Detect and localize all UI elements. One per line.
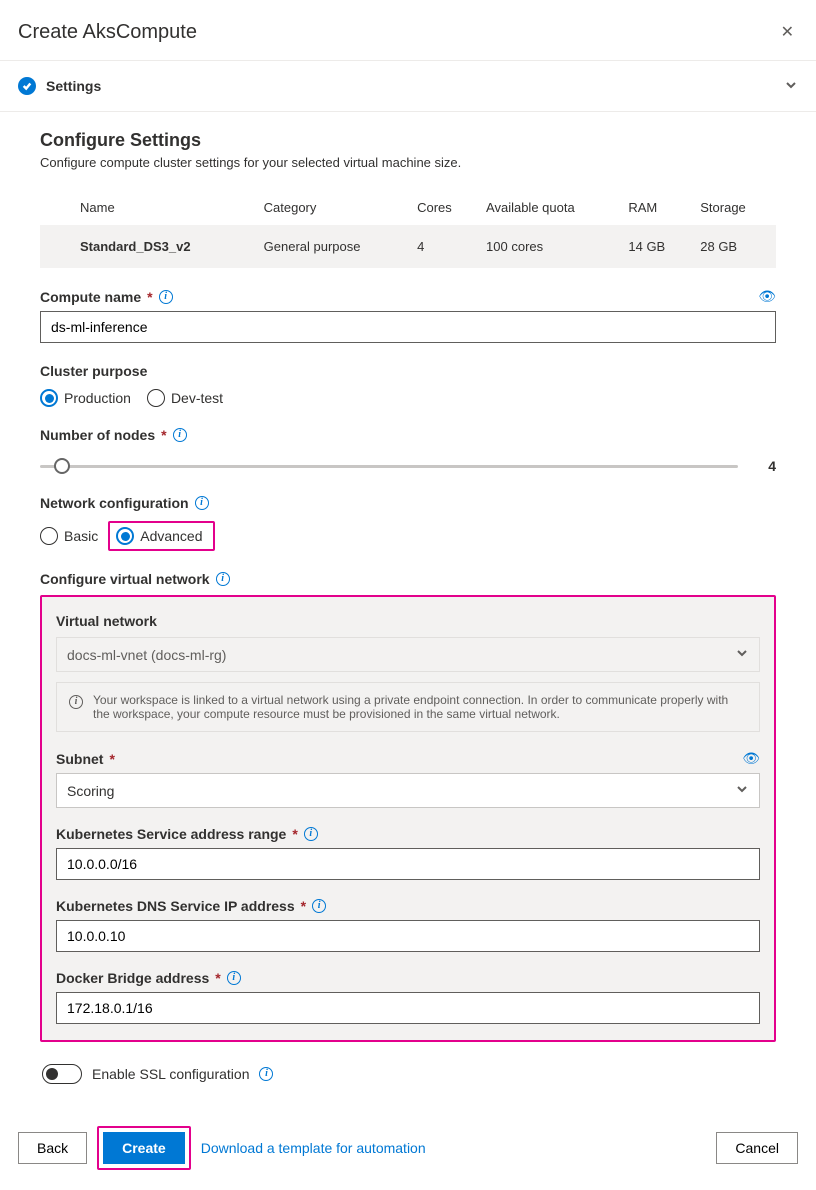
- th-category: Category: [256, 190, 409, 225]
- subnet-label: Subnet: [56, 751, 103, 767]
- required-asterisk: *: [292, 826, 297, 842]
- th-quota: Available quota: [478, 190, 620, 225]
- radio-dot-icon: [40, 389, 58, 407]
- dialog-panel: Create AksCompute ✕ Settings Configure S…: [0, 0, 816, 1190]
- vnet-value: docs-ml-vnet (docs-ml-rg): [67, 647, 226, 663]
- cell-category: General purpose: [256, 225, 409, 268]
- compute-name-label: Compute name: [40, 289, 141, 305]
- cell-quota: 100 cores: [478, 225, 620, 268]
- compute-name-input[interactable]: [40, 311, 776, 343]
- bridge-input[interactable]: [56, 992, 760, 1024]
- settings-content: Configure Settings Configure compute clu…: [0, 112, 816, 1094]
- step-label: Settings: [46, 78, 101, 94]
- required-asterisk: *: [109, 751, 114, 767]
- svcrange-label: Kubernetes Service address range: [56, 826, 286, 842]
- cell-cores: 4: [409, 225, 478, 268]
- section-desc: Configure compute cluster settings for y…: [40, 155, 776, 170]
- preview-icon[interactable]: 👁: [758, 288, 776, 305]
- cell-storage: 28 GB: [692, 225, 776, 268]
- netconf-label: Network configuration: [40, 495, 189, 511]
- section-title: Configure Settings: [40, 130, 776, 151]
- dns-input[interactable]: [56, 920, 760, 952]
- cluster-purpose-label: Cluster purpose: [40, 363, 147, 379]
- info-icon[interactable]: i: [227, 971, 241, 985]
- back-button[interactable]: Back: [18, 1132, 87, 1164]
- slider-track: [40, 465, 738, 468]
- ssl-row: Enable SSL configuration i: [40, 1064, 776, 1084]
- info-icon[interactable]: i: [304, 827, 318, 841]
- subnet-value: Scoring: [67, 783, 114, 799]
- th-storage: Storage: [692, 190, 776, 225]
- ssl-toggle[interactable]: [42, 1064, 82, 1084]
- th-ram: RAM: [620, 190, 692, 225]
- nodes-label: Number of nodes: [40, 427, 155, 443]
- cell-name: Standard_DS3_v2: [40, 225, 256, 268]
- field-configure-vnet: Configure virtual network i Virtual netw…: [40, 571, 776, 1042]
- configure-vnet-label: Configure virtual network: [40, 571, 210, 587]
- radio-label: Basic: [64, 528, 98, 544]
- vnet-label: Virtual network: [56, 613, 760, 629]
- ssl-label: Enable SSL configuration: [92, 1066, 249, 1082]
- info-icon[interactable]: i: [159, 290, 173, 304]
- th-name: Name: [40, 190, 256, 225]
- required-asterisk: *: [147, 289, 152, 305]
- cancel-button[interactable]: Cancel: [716, 1132, 798, 1164]
- radio-basic[interactable]: Basic: [40, 527, 98, 545]
- svcrange-input[interactable]: [56, 848, 760, 880]
- vnet-info-banner: i Your workspace is linked to a virtual …: [56, 682, 760, 732]
- required-asterisk: *: [215, 970, 220, 986]
- required-asterisk: *: [301, 898, 306, 914]
- radio-production[interactable]: Production: [40, 389, 131, 407]
- radio-dot-icon: [147, 389, 165, 407]
- radio-label: Advanced: [140, 528, 202, 544]
- info-icon[interactable]: i: [173, 428, 187, 442]
- slider-thumb-icon[interactable]: [54, 458, 70, 474]
- field-network-config: Network configuration i Basic Advanced: [40, 495, 776, 551]
- close-icon[interactable]: ✕: [777, 18, 798, 46]
- radio-dot-icon: [116, 527, 134, 545]
- bridge-label: Docker Bridge address: [56, 970, 209, 986]
- table-row[interactable]: Standard_DS3_v2 General purpose 4 100 co…: [40, 225, 776, 268]
- banner-text: Your workspace is linked to a virtual ne…: [93, 693, 747, 721]
- vm-table: Name Category Cores Available quota RAM …: [40, 190, 776, 268]
- highlight-create: Create: [97, 1126, 191, 1170]
- dialog-footer: Back Create Download a template for auto…: [0, 1106, 816, 1190]
- info-icon: i: [69, 695, 83, 709]
- nodes-slider[interactable]: [40, 457, 738, 475]
- info-icon[interactable]: i: [195, 496, 209, 510]
- chevron-down-icon: [784, 78, 798, 95]
- info-icon[interactable]: i: [216, 572, 230, 586]
- radio-label: Dev-test: [171, 390, 223, 406]
- cell-ram: 14 GB: [620, 225, 692, 268]
- dns-label: Kubernetes DNS Service IP address: [56, 898, 295, 914]
- preview-icon[interactable]: 👁: [742, 750, 760, 767]
- dialog-header: Create AksCompute ✕: [0, 0, 816, 61]
- chevron-down-icon: [735, 782, 749, 799]
- radio-label: Production: [64, 390, 131, 406]
- info-icon[interactable]: i: [259, 1067, 273, 1081]
- create-button[interactable]: Create: [103, 1132, 185, 1164]
- field-number-nodes: Number of nodes * i 4: [40, 427, 776, 475]
- radio-advanced[interactable]: Advanced: [116, 527, 202, 545]
- highlight-advanced: Advanced: [108, 521, 214, 551]
- required-asterisk: *: [161, 427, 166, 443]
- vnet-select[interactable]: docs-ml-vnet (docs-ml-rg): [56, 637, 760, 672]
- download-template-link[interactable]: Download a template for automation: [201, 1140, 426, 1156]
- check-circle-icon: [18, 77, 36, 95]
- subnet-select[interactable]: Scoring: [56, 773, 760, 808]
- th-cores: Cores: [409, 190, 478, 225]
- vnet-panel: Virtual network docs-ml-vnet (docs-ml-rg…: [40, 595, 776, 1042]
- chevron-down-icon: [735, 646, 749, 663]
- radio-devtest[interactable]: Dev-test: [147, 389, 223, 407]
- nodes-value: 4: [758, 458, 776, 474]
- dialog-title: Create AksCompute: [18, 21, 197, 44]
- step-header[interactable]: Settings: [0, 61, 816, 112]
- info-icon[interactable]: i: [312, 899, 326, 913]
- field-compute-name: Compute name * i 👁: [40, 288, 776, 343]
- radio-dot-icon: [40, 527, 58, 545]
- field-cluster-purpose: Cluster purpose Production Dev-test: [40, 363, 776, 407]
